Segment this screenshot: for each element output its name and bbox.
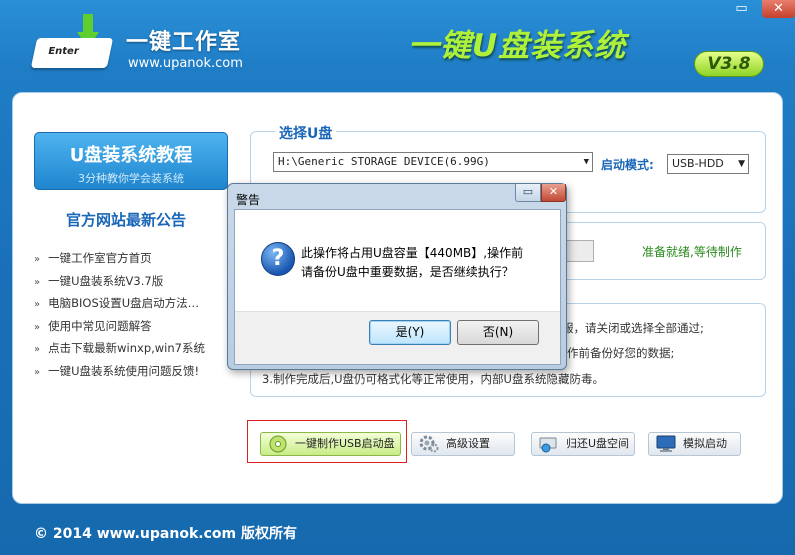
- title-bar: Enter 一键工作室 www.upanok.com 一键U盘装系统 V3.8 …: [0, 0, 795, 88]
- logo: Enter: [30, 14, 114, 70]
- bullet: »: [34, 276, 41, 288]
- yes-button[interactable]: 是(Y): [369, 320, 451, 345]
- note-line-2: 作前备份好您的数据;: [567, 346, 675, 360]
- boot-mode-select[interactable]: USB-HDD ▼: [667, 154, 749, 174]
- news-item[interactable]: » 点击下载最新winxp,win7系统: [34, 340, 224, 363]
- enter-key-icon: Enter: [30, 38, 114, 68]
- news-link[interactable]: 一键U盘装系统使用问题反馈!: [48, 364, 199, 378]
- news-link[interactable]: 电脑BIOS设置U盘启动方法…: [48, 296, 199, 310]
- monitor-icon: [656, 435, 676, 452]
- drive-select-value: H:\Generic STORAGE DEVICE(6.99G): [278, 155, 490, 168]
- select-usb-legend: 选择U盘: [275, 123, 337, 143]
- news-link[interactable]: 一键U盘装系统V3.7版: [48, 274, 163, 288]
- note-line-3: 3.制作完成后,U盘仍可格式化等正常使用，内部U盘系统隐藏防毒。: [262, 372, 604, 386]
- news-title: 官方网站最新公告: [66, 211, 187, 229]
- bullet: »: [34, 366, 41, 378]
- news-item[interactable]: » 电脑BIOS设置U盘启动方法…: [34, 295, 224, 318]
- chevron-down-icon: ▼: [583, 157, 589, 167]
- brand-name: 一键工作室: [126, 30, 242, 55]
- bullet: »: [34, 254, 41, 265]
- restore-usb-space-button[interactable]: 归还U盘空间: [531, 432, 635, 456]
- logo-key-text: Enter: [48, 46, 79, 57]
- news-item[interactable]: » 一键工作室官方首页: [34, 250, 224, 273]
- disc-icon: [269, 435, 287, 453]
- bullet: »: [34, 299, 41, 311]
- simulate-boot-button[interactable]: 模拟启动: [648, 432, 741, 456]
- boot-mode-value: USB-HDD: [672, 157, 724, 170]
- news-link[interactable]: 一键工作室官方首页: [48, 251, 152, 265]
- news-item[interactable]: » 一键U盘装系统使用问题反馈!: [34, 363, 224, 386]
- drive-select[interactable]: H:\Generic STORAGE DEVICE(6.99G) ▼: [273, 152, 593, 172]
- news-item[interactable]: » 使用中常见问题解答: [34, 318, 224, 341]
- app-title: 一键U盘装系统: [408, 28, 627, 64]
- dialog-minimize-button[interactable]: ▭: [515, 184, 541, 202]
- restore-usb-space-label: 归还U盘空间: [566, 437, 630, 450]
- gear-icon: [419, 435, 439, 453]
- minimize-button[interactable]: ▭: [728, 0, 755, 18]
- note-line-1: 服，请关闭或选择全部通过;: [562, 321, 704, 335]
- news-link[interactable]: 使用中常见问题解答: [48, 319, 152, 333]
- simulate-boot-label: 模拟启动: [683, 437, 727, 450]
- version-badge: V3.8: [694, 51, 764, 77]
- dialog-message-line-2: 请备份U盘中重要数据，是否继续执行？: [301, 265, 514, 279]
- tutorial-button[interactable]: U盘装系统教程 3分种教你学会装系统: [34, 132, 228, 190]
- advanced-settings-button[interactable]: 高级设置: [411, 432, 515, 456]
- make-usb-boot-button[interactable]: 一键制作USB启动盘: [260, 432, 401, 456]
- bullet: »: [34, 321, 41, 333]
- tutorial-title: U盘装系统教程: [69, 145, 193, 166]
- dialog-close-button[interactable]: ✕: [541, 184, 566, 202]
- make-usb-boot-label: 一键制作USB启动盘: [295, 437, 395, 450]
- dialog-title: 警告: [236, 193, 261, 207]
- chevron-down-icon: ▼: [738, 159, 745, 169]
- copyright-footer: © 2014 www.upanok.com 版权所有: [34, 526, 297, 542]
- boot-mode-label: 启动模式:: [601, 158, 654, 172]
- status-text: 准备就绪,等待制作: [642, 245, 742, 259]
- no-button[interactable]: 否(N): [457, 320, 539, 345]
- close-button[interactable]: ✕: [762, 0, 795, 18]
- dialog-message-line-1: 此操作将占用U盘容量【440MB】,操作前: [301, 246, 524, 260]
- bullet: »: [34, 344, 41, 356]
- brand-url: www.upanok.com: [128, 56, 243, 71]
- tutorial-subtitle: 3分种教你学会装系统: [78, 172, 184, 185]
- warning-dialog: 警告 ▭ ✕ ? 此操作将占用U盘容量【440MB】,操作前 请备份U盘中重要数…: [227, 183, 567, 370]
- news-list: » 一键工作室官方首页 » 一键U盘装系统V3.7版 » 电脑BIOS设置U盘启动方法…: [34, 250, 224, 386]
- news-item[interactable]: » 一键U盘装系统V3.7版: [34, 273, 224, 296]
- news-link[interactable]: 点击下载最新winxp,win7系统: [48, 341, 205, 355]
- question-icon: ?: [261, 242, 295, 276]
- drive-globe-icon: [539, 437, 557, 453]
- advanced-settings-label: 高级设置: [446, 437, 490, 450]
